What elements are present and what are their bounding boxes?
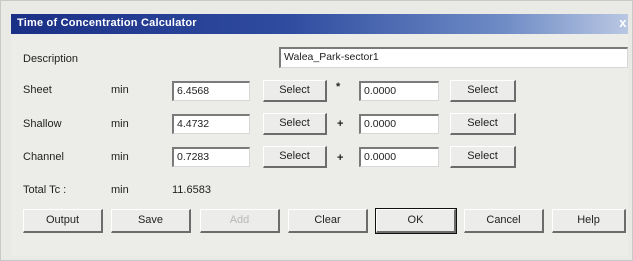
save-button[interactable]: Save: [111, 209, 191, 233]
add-button[interactable]: Add: [200, 209, 280, 233]
window-title: Time of Concentration Calculator: [17, 17, 197, 29]
channel-time-field[interactable]: 0.7283: [172, 147, 250, 167]
channel-unit: min: [111, 151, 129, 163]
description-field[interactable]: Walea_Park-sector1: [279, 47, 628, 68]
shallow-label: Shallow: [23, 118, 62, 130]
channel-label: Channel: [23, 151, 64, 163]
channel-select-button[interactable]: Select: [263, 146, 327, 168]
total-tc-unit: min: [111, 184, 129, 196]
close-icon[interactable]: x: [616, 16, 630, 30]
shallow-unit: min: [111, 118, 129, 130]
sheet-select-button[interactable]: Select: [263, 80, 327, 102]
channel-factor-field[interactable]: 0.0000: [359, 147, 439, 167]
description-label: Description: [23, 53, 79, 65]
sheet-unit: min: [111, 84, 129, 96]
sheet-select-2-button[interactable]: Select: [450, 80, 516, 102]
sheet-operator: *: [336, 81, 341, 93]
channel-select-2-button[interactable]: Select: [450, 146, 516, 168]
shallow-operator: +: [337, 118, 344, 130]
channel-operator: +: [337, 152, 344, 164]
help-button[interactable]: Help: [552, 209, 626, 233]
ok-button[interactable]: OK: [375, 208, 457, 234]
total-tc-value: 11.6583: [172, 184, 211, 196]
cancel-button[interactable]: Cancel: [464, 209, 544, 233]
sheet-time-field[interactable]: 6.4568: [172, 81, 250, 101]
dialog-body: Description Walea_Park-sector1 Sheet min…: [11, 34, 628, 256]
clear-button[interactable]: Clear: [288, 209, 368, 233]
total-tc-label: Total Tc :: [23, 184, 67, 196]
sheet-label: Sheet: [23, 84, 52, 96]
output-button[interactable]: Output: [23, 209, 103, 233]
shallow-factor-field[interactable]: 0.0000: [359, 114, 439, 134]
shallow-select-2-button[interactable]: Select: [450, 113, 516, 135]
shallow-select-button[interactable]: Select: [263, 113, 327, 135]
sheet-factor-field[interactable]: 0.0000: [359, 81, 439, 101]
title-bar[interactable]: Time of Concentration Calculator x: [11, 14, 628, 34]
shallow-time-field[interactable]: 4.4732: [172, 114, 250, 134]
tc-calculator-window: Time of Concentration Calculator x Descr…: [0, 0, 633, 261]
